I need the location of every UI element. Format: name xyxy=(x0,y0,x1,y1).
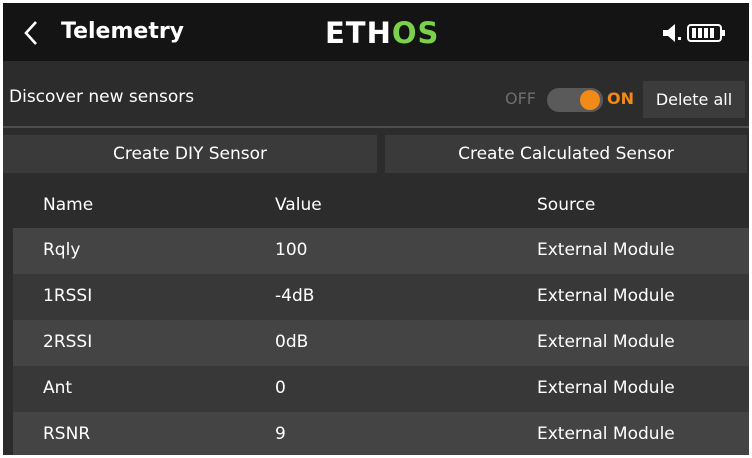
toggle-off-label: OFF xyxy=(505,89,536,108)
sensor-name: 2RSSI xyxy=(43,332,93,352)
chevron-left-icon xyxy=(24,21,37,45)
create-calculated-sensor-button[interactable]: Create Calculated Sensor xyxy=(385,135,747,173)
table-row[interactable]: 2RSSI 0dB External Module xyxy=(13,320,749,366)
table-row[interactable]: 1RSSI -4dB External Module xyxy=(13,274,749,320)
sensor-name: Rqly xyxy=(43,240,81,260)
sensor-value: 9 xyxy=(275,424,286,444)
table-row[interactable]: RSNR 9 External Module xyxy=(13,412,749,455)
delete-all-button[interactable]: Delete all xyxy=(643,81,745,118)
discover-sensors-row: Discover new sensors OFF ON Delete all xyxy=(3,61,749,123)
sensor-value: 100 xyxy=(275,240,308,260)
back-button[interactable] xyxy=(3,3,59,61)
sensor-name: Ant xyxy=(43,378,73,398)
sensor-source: External Module xyxy=(537,286,675,306)
sensor-value: 0dB xyxy=(275,332,309,352)
sensor-source: External Module xyxy=(537,378,675,398)
sensor-table: Name Value Source Rqly 100 External Modu… xyxy=(13,183,749,455)
battery-icon xyxy=(687,24,725,42)
sensor-source: External Module xyxy=(537,240,675,260)
ethos-logo: ETHOS xyxy=(325,16,439,50)
logo-main-text: ETH xyxy=(325,16,392,50)
column-header-source: Source xyxy=(537,195,596,215)
page-title: Telemetry xyxy=(61,19,185,44)
sensor-name: 1RSSI xyxy=(43,286,93,306)
title-bar: Telemetry ETHOS xyxy=(3,3,749,61)
sensor-name: RSNR xyxy=(43,424,91,444)
column-header-name: Name xyxy=(43,195,94,215)
table-header: Name Value Source xyxy=(13,183,749,228)
speaker-icon xyxy=(663,24,681,42)
table-row[interactable]: Rqly 100 External Module xyxy=(13,228,749,274)
telemetry-screen: Telemetry ETHOS Discover new sensors OFF… xyxy=(3,3,749,455)
table-row[interactable]: Ant 0 External Module xyxy=(13,366,749,412)
create-diy-sensor-button[interactable]: Create DIY Sensor xyxy=(3,135,377,173)
discover-toggle[interactable] xyxy=(547,88,603,112)
sensor-source: External Module xyxy=(537,332,675,352)
sensor-value: -4dB xyxy=(275,286,315,306)
discover-sensors-label: Discover new sensors xyxy=(9,87,195,107)
toggle-knob xyxy=(580,90,600,110)
sensor-value: 0 xyxy=(275,378,286,398)
divider xyxy=(3,126,749,128)
toggle-on-label: ON xyxy=(607,89,634,108)
status-area xyxy=(659,19,739,47)
column-header-value: Value xyxy=(275,195,322,215)
sensor-source: External Module xyxy=(537,424,675,444)
logo-accent-text: OS xyxy=(391,16,440,50)
